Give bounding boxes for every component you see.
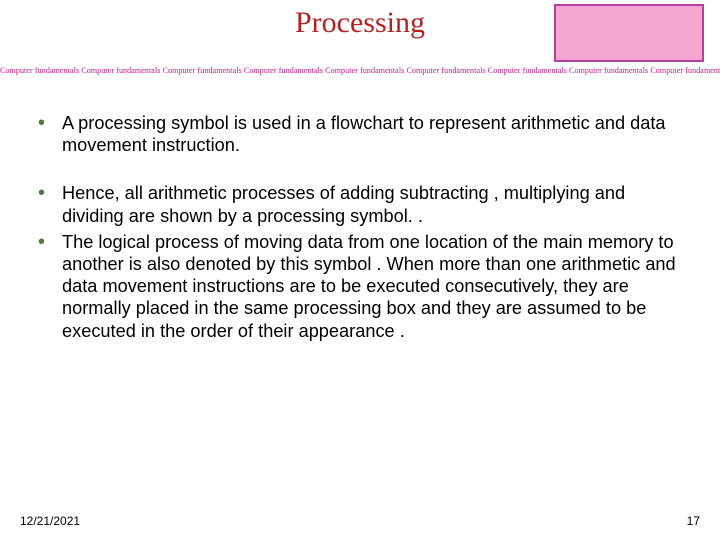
- bullet-item: Hence, all arithmetic processes of addin…: [34, 182, 688, 226]
- bullet-text: Hence, all arithmetic processes of addin…: [62, 183, 625, 225]
- bullet-text: The logical process of moving data from …: [62, 232, 676, 341]
- footer-date: 12/21/2021: [20, 514, 80, 528]
- footer-page-number: 17: [687, 514, 700, 528]
- bullet-item: A processing symbol is used in a flowcha…: [34, 112, 688, 156]
- decorative-ribbon: Computer fundamentals Computer fundament…: [0, 66, 720, 75]
- bullet-list: A processing symbol is used in a flowcha…: [34, 112, 688, 368]
- processing-symbol: [554, 4, 704, 62]
- bullet-text: A processing symbol is used in a flowcha…: [62, 113, 666, 155]
- bullet-item: The logical process of moving data from …: [34, 231, 688, 342]
